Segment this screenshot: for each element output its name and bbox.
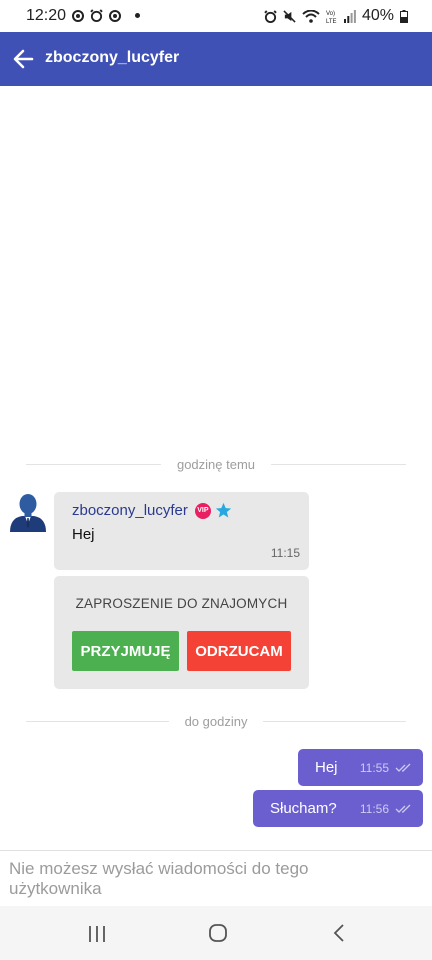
home-icon[interactable]	[208, 923, 228, 943]
alarm-icon	[264, 9, 277, 23]
friend-invite-card: ZAPROSZENIE DO ZNAJOMYCH PRZYJMUJĘ ODRZU…	[54, 576, 309, 689]
threads-icon	[72, 9, 84, 22]
message-text: Hej	[72, 526, 95, 543]
message-text: Słucham?	[270, 800, 337, 817]
accept-button[interactable]: PRZYJMUJĘ	[72, 631, 179, 671]
message-input-bar: Nie możesz wysłać wiadomości do tego uży…	[0, 850, 432, 907]
mute-icon	[283, 9, 296, 23]
message-time: 11:15	[270, 546, 300, 560]
signal-icon	[343, 9, 356, 23]
message-time: 11:55	[359, 760, 389, 775]
reject-button[interactable]: ODRZUCAM	[187, 631, 291, 671]
svg-text:Vo): Vo)	[326, 11, 335, 17]
battery-icon	[400, 9, 408, 23]
battery-percent: 40%	[361, 7, 394, 24]
outgoing-message: Hej 11:55	[298, 749, 423, 786]
divider	[263, 720, 407, 722]
alarm-icon	[90, 9, 103, 22]
volte-icon: Vo) LTE	[326, 11, 337, 24]
app-bar: zboczony_lucyfer	[0, 32, 432, 86]
chat-title: zboczony_lucyfer	[45, 49, 180, 66]
wifi-icon	[302, 9, 320, 23]
separator-label: do godziny	[184, 713, 248, 729]
incoming-message: zboczony_lucyfer VIP Hej 11:15	[54, 492, 309, 570]
message-author[interactable]: zboczony_lucyfer	[72, 502, 188, 519]
status-time: 12:20	[26, 7, 67, 24]
star-icon	[215, 502, 232, 518]
message-time: 11:56	[359, 801, 389, 816]
date-separator: godzinę temu	[26, 454, 406, 474]
divider	[271, 463, 406, 465]
message-text: Hej	[315, 759, 338, 776]
system-nav-bar	[0, 906, 432, 960]
back-arrow-icon[interactable]	[10, 45, 38, 73]
avatar[interactable]	[8, 490, 48, 532]
outgoing-message: Słucham? 11:56	[253, 790, 423, 827]
threads-icon	[109, 9, 121, 22]
invite-title: ZAPROSZENIE DO ZNAJOMYCH	[75, 596, 288, 611]
double-check-icon	[395, 763, 411, 772]
status-bar: 12:20 Vo) LTE 40%	[0, 0, 432, 32]
separator-label: godzinę temu	[176, 456, 256, 472]
back-icon[interactable]	[332, 923, 346, 943]
cannot-send-notice: Nie możesz wysłać wiadomości do tego uży…	[9, 859, 309, 898]
notification-dot-icon	[135, 13, 140, 18]
svg-text:LTE: LTE	[326, 19, 337, 24]
recents-icon[interactable]	[88, 925, 106, 943]
double-check-icon	[395, 804, 411, 813]
date-separator: do godziny	[26, 711, 407, 731]
vip-badge: VIP	[194, 502, 211, 519]
divider	[26, 720, 169, 722]
divider	[26, 463, 161, 465]
